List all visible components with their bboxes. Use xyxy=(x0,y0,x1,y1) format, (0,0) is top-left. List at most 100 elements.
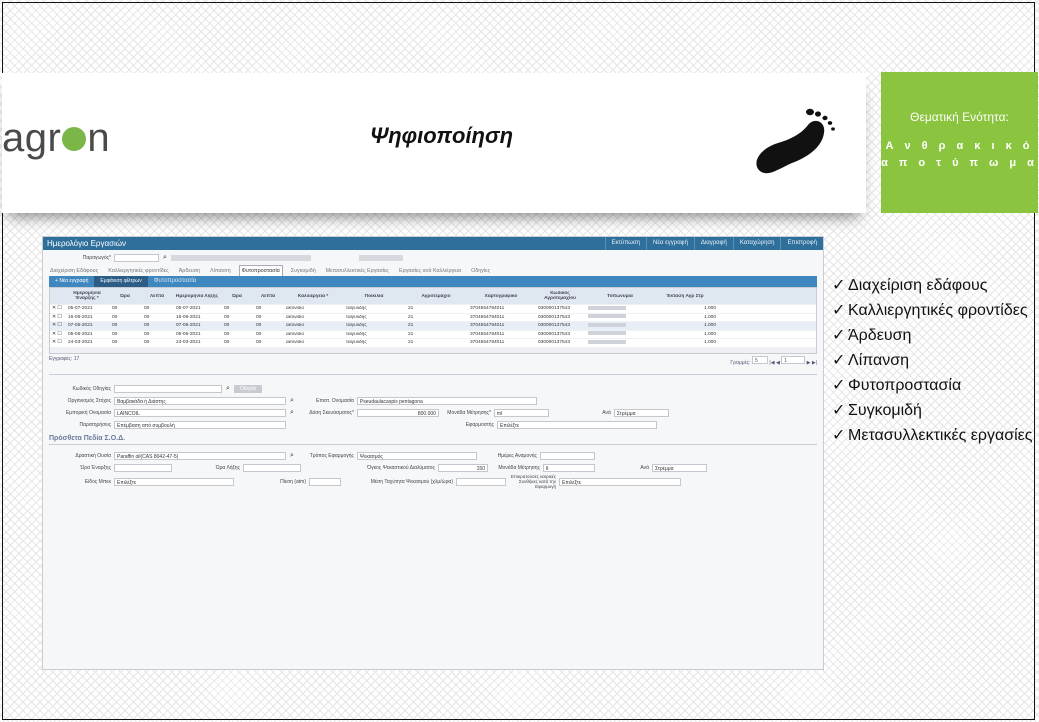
cell-end[interactable]: 24-03-2021 xyxy=(174,340,222,345)
cell-m1[interactable]: 00 xyxy=(142,332,174,337)
table-row[interactable]: ✕ ☐ 07-05-2021 00 00 07-05-2021 00 00 ακτινίδιο… xyxy=(50,321,816,330)
cell-m1[interactable]: 00 xyxy=(142,340,174,345)
cell-map[interactable]: 3704554784011 xyxy=(468,306,536,311)
dose-input[interactable]: 800.000 xyxy=(356,408,439,417)
tab-7[interactable]: Εργασίες ανά Καλλιέργεια xyxy=(397,266,463,276)
print-button[interactable]: Εκτύπωση xyxy=(604,237,646,250)
organism-input[interactable]: Βαμβακάδα ή Διάστης xyxy=(114,396,286,405)
producer-input[interactable] xyxy=(114,254,159,262)
applicator-select[interactable]: Επιλέξτε xyxy=(497,420,657,429)
search-icon[interactable]: ⌕ xyxy=(226,385,230,393)
cell-h2[interactable]: 00 xyxy=(222,315,254,320)
cell-plot[interactable]: 21 xyxy=(406,340,468,345)
column-header[interactable]: Ώρα xyxy=(220,294,252,299)
cell-crop[interactable]: ακτινίδιο xyxy=(284,306,344,311)
unit-select[interactable]: ml xyxy=(493,408,549,417)
cell-map[interactable]: 3704554784011 xyxy=(468,340,536,345)
wait-days-input[interactable] xyxy=(539,451,595,460)
cell-plot[interactable]: 21 xyxy=(406,332,468,337)
cell-crop[interactable]: ακτινίδιο xyxy=(284,315,344,320)
tab-6[interactable]: Μετασυλλεκτικές Εργασίες xyxy=(324,266,391,276)
tab-5[interactable]: Συγκομιδή xyxy=(289,266,318,276)
cell-m2[interactable]: 00 xyxy=(254,315,284,320)
guide-code-input[interactable] xyxy=(114,384,222,393)
column-header[interactable]: Λεπτά xyxy=(252,294,282,299)
cell-plot[interactable]: 21 xyxy=(406,306,468,311)
cell-code[interactable]: 030000137543 xyxy=(536,332,586,337)
delete-row-icon[interactable]: ✕ ☐ xyxy=(50,332,66,337)
cell-area[interactable]: 1.000 xyxy=(656,340,716,345)
active-substance-input[interactable]: Paraffin oil(CAS 8042-47-5) xyxy=(114,451,286,460)
cell-end[interactable]: 07-05-2021 xyxy=(174,323,222,328)
cell-h1[interactable]: 00 xyxy=(110,332,142,337)
cell-toponym[interactable] xyxy=(586,314,656,320)
cell-crop[interactable]: ακτινίδιο xyxy=(284,323,344,328)
cell-map[interactable]: 3704554784011 xyxy=(468,332,536,337)
column-header[interactable]: Λεπτά xyxy=(140,294,172,299)
column-header[interactable]: Ημερομηνία Έναρξης * xyxy=(64,291,108,301)
rows-per-page[interactable]: 5 xyxy=(752,355,769,364)
cell-m1[interactable]: 00 xyxy=(142,323,174,328)
tab-8[interactable]: Οδηγίες xyxy=(469,266,492,276)
cell-m2[interactable]: 00 xyxy=(254,306,284,311)
volume-unit-select[interactable]: lt xyxy=(543,463,595,472)
cell-code[interactable]: 030000137543 xyxy=(536,323,586,328)
cell-code[interactable]: 030000137543 xyxy=(536,315,586,320)
page-input[interactable]: 1 xyxy=(781,355,806,364)
delete-row-icon[interactable]: ✕ ☐ xyxy=(50,323,66,328)
weather-select[interactable]: Επιλέξτε xyxy=(559,477,681,486)
commercial-name-input[interactable]: LAINCOIL xyxy=(114,408,286,417)
column-header[interactable]: Τοπωνυμία xyxy=(584,294,654,299)
column-header[interactable]: Ώρα xyxy=(108,294,140,299)
table-row[interactable]: ✕ ☐ 05-05-2021 00 00 05-05-2021 00 00 ακτινίδιο… xyxy=(50,329,816,339)
table-row[interactable]: ✕ ☐ 05-07-2021 00 00 05-07-2021 00 00 ακτινίδιο… xyxy=(50,304,816,313)
cell-h2[interactable]: 00 xyxy=(222,332,254,337)
cell-map[interactable]: 3704554784011 xyxy=(468,315,536,320)
column-header[interactable]: Κωδικός Αγροτεμαχίου xyxy=(534,291,584,301)
cell-area[interactable]: 1.000 xyxy=(656,315,716,320)
search-icon[interactable]: ⌕ xyxy=(163,254,167,262)
end-time-input[interactable] xyxy=(243,463,301,472)
cell-toponym[interactable] xyxy=(586,331,656,337)
table-row[interactable]: ✕ ☐ 24-03-2021 00 00 24-03-2021 00 00 ακτινίδιο… xyxy=(50,338,816,347)
cell-area[interactable]: 1.000 xyxy=(656,306,716,311)
cell-h1[interactable]: 00 xyxy=(110,340,142,345)
cell-toponym[interactable] xyxy=(586,322,656,329)
new-record-button[interactable]: Νέα εγγραφή xyxy=(645,237,694,250)
delete-row-icon[interactable]: ✕ ☐ xyxy=(50,340,66,345)
per-select[interactable]: Στρέμμα xyxy=(613,408,669,417)
cell-toponym[interactable] xyxy=(586,339,656,346)
tab-1[interactable]: Καλλιεργητικές φροντίδες xyxy=(106,266,171,276)
column-header[interactable]: Αγροτεμάχιο xyxy=(404,294,466,299)
cell-h2[interactable]: 00 xyxy=(222,323,254,328)
delete-row-icon[interactable]: ✕ ☐ xyxy=(50,315,66,320)
cell-h2[interactable]: 00 xyxy=(222,340,254,345)
column-header[interactable]: Χαρτογραφικό xyxy=(466,294,534,299)
cell-code[interactable]: 030000137543 xyxy=(536,306,586,311)
cell-m2[interactable]: 00 xyxy=(254,340,284,345)
delete-row-icon[interactable]: ✕ ☐ xyxy=(50,306,66,311)
volume-per-select[interactable]: Στρέμμα xyxy=(652,463,707,472)
cell-variety[interactable]: ταιγυλδης xyxy=(344,340,406,345)
cell-plot[interactable]: 21 xyxy=(406,323,468,328)
pressure-input[interactable] xyxy=(309,477,341,486)
cell-variety[interactable]: ταιγυλδης xyxy=(344,306,406,311)
volume-input[interactable]: 150 xyxy=(438,463,488,472)
filters-button[interactable]: Εμφάνιση φίλτρων xyxy=(94,276,148,287)
cell-variety[interactable]: ταιγυλδης xyxy=(344,332,406,337)
cell-area[interactable]: 1.000 xyxy=(656,332,716,337)
grid-new-button[interactable]: + Νέα εγγραφή xyxy=(49,276,94,287)
column-header[interactable]: Καλλιέργεια * xyxy=(282,294,342,299)
cell-area[interactable]: 1.000 xyxy=(656,323,716,328)
cell-h2[interactable]: 00 xyxy=(222,306,254,311)
cell-variety[interactable]: ταιγυλδης xyxy=(344,323,406,328)
delete-button[interactable]: Διαγραφή xyxy=(693,237,733,250)
cell-variety[interactable]: ταιγυλδης xyxy=(344,315,406,320)
start-time-input[interactable] xyxy=(114,463,172,472)
cell-end[interactable]: 16-06-2021 xyxy=(174,315,222,320)
cell-h1[interactable]: 00 xyxy=(110,323,142,328)
cell-m2[interactable]: 00 xyxy=(254,332,284,337)
tab-2[interactable]: Άρδευση xyxy=(177,266,202,276)
tab-0[interactable]: Διαχείριση Εδάφους xyxy=(48,266,100,276)
guide-button[interactable]: Οδηγία xyxy=(233,384,262,393)
